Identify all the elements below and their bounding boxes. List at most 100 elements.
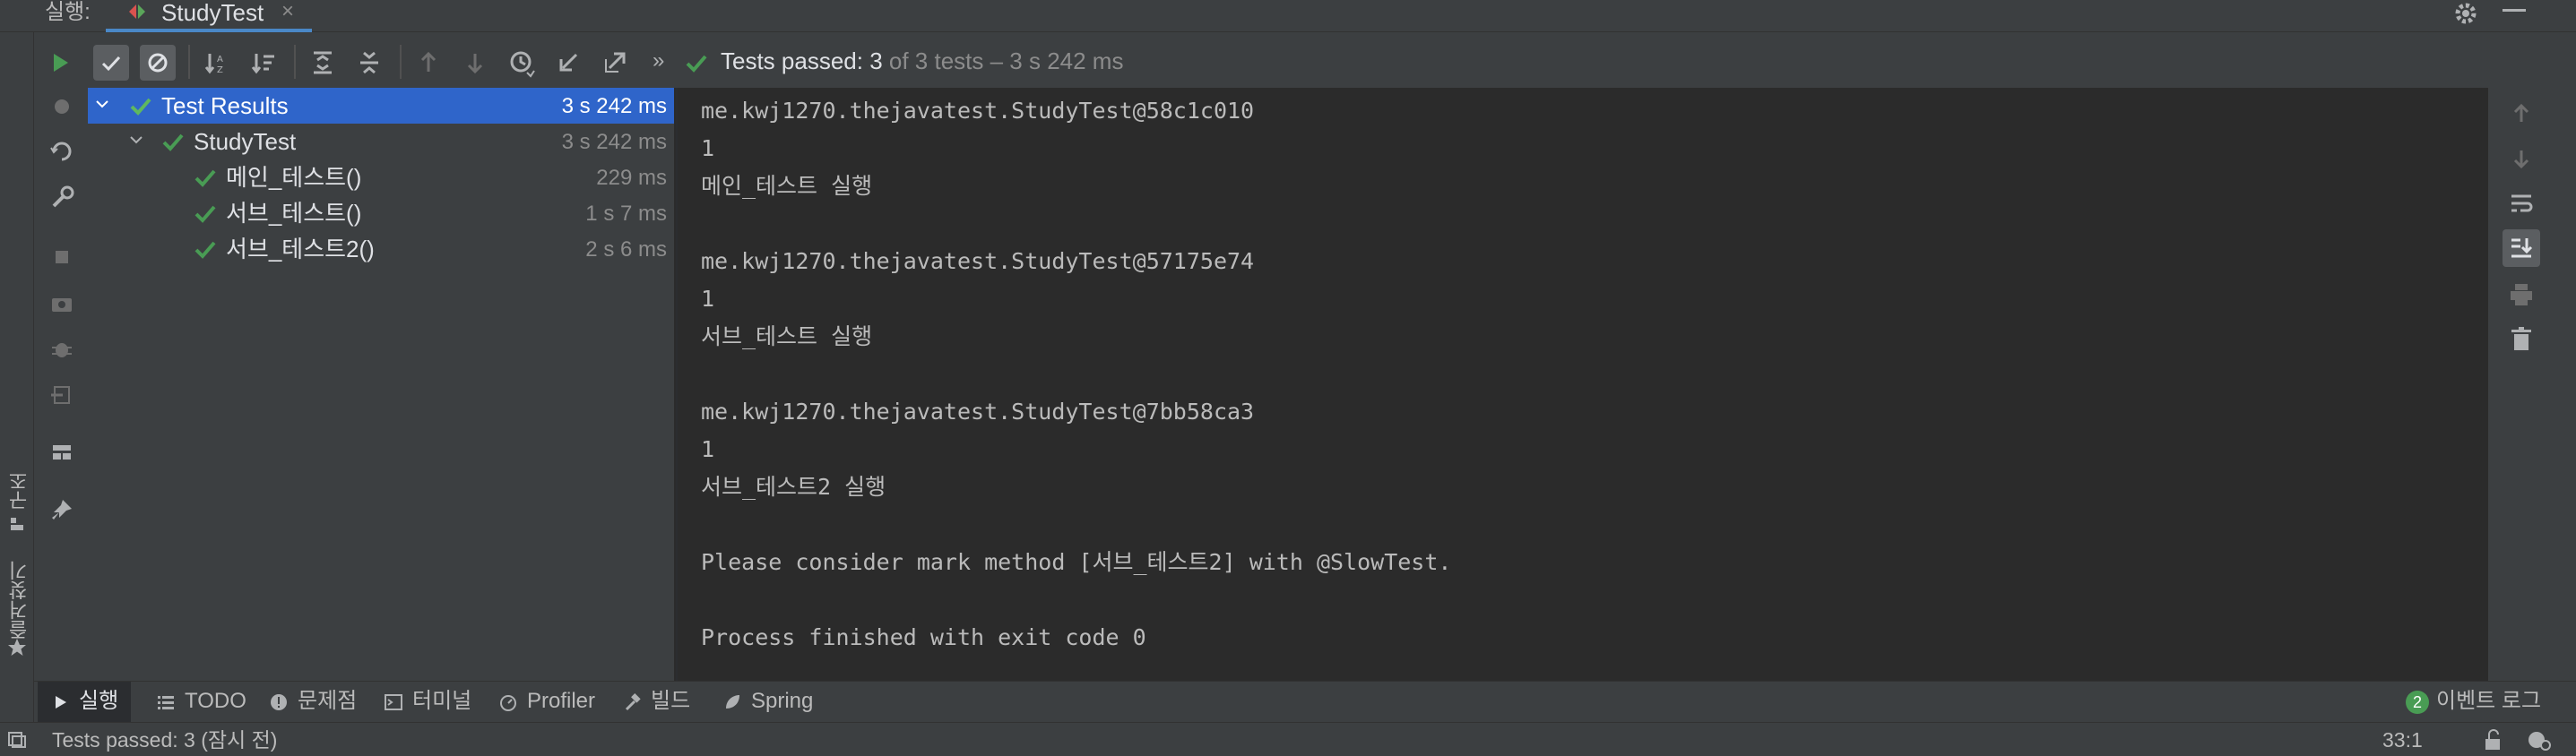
console-line: me.kwj1270.thejavatest.StudyTest@57175e7… xyxy=(701,248,1255,274)
tree-row-studytest[interactable]: StudyTest 3 s 242 ms xyxy=(88,124,674,159)
console-actions xyxy=(2488,88,2576,681)
console-line: 서브_테스트2 실행 xyxy=(701,474,886,500)
pin-icon[interactable] xyxy=(47,494,77,525)
sort-alphabetically-icon[interactable]: A Z xyxy=(199,45,235,81)
trash-icon[interactable] xyxy=(2503,321,2540,358)
tab-problems[interactable]: 문제점 xyxy=(260,682,366,723)
toolbar-separator xyxy=(400,45,402,79)
tree-row-test-method[interactable]: 서브_테스트2() 2 s 6 ms xyxy=(88,231,674,267)
tab-label: Profiler xyxy=(527,689,596,713)
tree-row-test-method[interactable]: 메인_테스트() 229 ms xyxy=(88,159,674,195)
tree-row-label: 서브_테스트2() xyxy=(226,236,375,262)
tab-label: 실행 xyxy=(79,689,119,713)
scroll-to-end-icon[interactable] xyxy=(2503,229,2540,267)
chevron-down-icon[interactable] xyxy=(127,131,145,149)
console-output[interactable]: me.kwj1270.thejavatest.StudyTest@58c1c01… xyxy=(678,88,2488,681)
passed-check-icon xyxy=(194,169,216,187)
stop-icon[interactable] xyxy=(47,242,77,272)
export-tests-icon[interactable] xyxy=(597,45,633,81)
structure-icon xyxy=(11,518,23,530)
tree-row-test-results[interactable]: Test Results 3 s 242 ms xyxy=(88,88,674,124)
tab-label: TODO xyxy=(185,689,246,713)
console-line: 1 xyxy=(701,436,715,462)
layout-icon[interactable] xyxy=(47,437,77,468)
console-line: Process finished with exit code 0 xyxy=(701,624,1146,650)
junit-config-icon xyxy=(129,4,145,19)
tree-row-duration: 2 s 6 ms xyxy=(585,237,667,262)
rerun-failed-icon[interactable] xyxy=(47,136,77,167)
bottom-tool-tabs: 실행 TODO 문제점 터미널 Profiler 빌드 Spring 2 이벤트… xyxy=(34,681,2576,723)
console-line: 서브_테스트 실행 xyxy=(701,323,873,349)
show-passed-toggle-icon[interactable] xyxy=(93,45,129,81)
rerun-icon[interactable] xyxy=(41,45,77,81)
debug-rerun-icon[interactable] xyxy=(47,91,77,122)
down-arrow-icon[interactable] xyxy=(2503,140,2540,177)
exit-icon[interactable] xyxy=(47,380,77,410)
event-count-badge: 2 xyxy=(2406,690,2429,714)
tab-todo[interactable]: TODO xyxy=(147,682,255,723)
inspector-icon[interactable] xyxy=(2526,728,2551,752)
toolbar-separator xyxy=(188,45,190,79)
close-tab-icon[interactable]: × xyxy=(281,0,294,23)
tree-row-label: Test Results xyxy=(161,92,289,119)
run-side-actions xyxy=(34,88,88,681)
toolbar-separator xyxy=(294,45,296,79)
tool-windows-icon[interactable] xyxy=(7,730,27,750)
tab-terminal[interactable]: 터미널 xyxy=(375,682,480,723)
tab-title: StudyTest xyxy=(161,0,264,26)
collapse-all-icon[interactable] xyxy=(351,45,387,81)
favorites-tool-tab[interactable]: 즐겨찾기 xyxy=(5,561,34,640)
tab-label: 이벤트 로그 xyxy=(2436,689,2542,713)
console-line: me.kwj1270.thejavatest.StudyTest@58c1c01… xyxy=(701,98,1255,124)
status-message[interactable]: Tests passed: 3 (잠시 전) xyxy=(52,726,277,753)
tab-studytest[interactable]: StudyTest × xyxy=(106,0,312,32)
tab-build[interactable]: 빌드 xyxy=(613,682,699,723)
tab-event-log[interactable]: 2 이벤트 로그 xyxy=(2397,682,2550,723)
run-tool-window-header: 실행: StudyTest × xyxy=(0,0,2576,32)
spring-leaf-icon xyxy=(726,694,739,709)
tree-row-label: StudyTest xyxy=(194,128,297,155)
play-icon xyxy=(56,695,66,709)
svg-text:A: A xyxy=(217,55,223,64)
tree-row-duration: 3 s 242 ms xyxy=(561,130,667,154)
tab-run[interactable]: 실행 xyxy=(38,682,132,723)
up-arrow-icon[interactable] xyxy=(2503,95,2540,133)
console-line: 1 xyxy=(701,286,715,312)
gear-icon[interactable] xyxy=(2452,0,2479,27)
tab-profiler[interactable]: Profiler xyxy=(489,682,604,723)
soft-wrap-icon[interactable] xyxy=(2503,185,2540,222)
test-history-icon[interactable] xyxy=(504,45,540,81)
tree-row-label: 서브_테스트() xyxy=(226,200,362,227)
test-results-tree: Test Results 3 s 242 ms StudyTest 3 s 24… xyxy=(88,88,676,681)
cursor-position[interactable]: 33:1 xyxy=(2382,726,2423,753)
show-ignored-toggle-icon[interactable] xyxy=(140,45,176,81)
sort-by-duration-icon[interactable] xyxy=(246,45,281,81)
tab-spring[interactable]: Spring xyxy=(713,682,822,723)
tree-row-test-method[interactable]: 서브_테스트() 1 s 7 ms xyxy=(88,195,674,231)
tab-label: 문제점 xyxy=(298,689,358,713)
wrench-icon[interactable] xyxy=(47,183,77,213)
passed-check-icon xyxy=(130,98,151,116)
structure-label: 구조 xyxy=(8,471,30,511)
expand-all-icon[interactable] xyxy=(305,45,341,81)
minimize-icon[interactable] xyxy=(2503,9,2526,12)
bug-icon[interactable] xyxy=(47,333,77,364)
toolbar-overflow-button[interactable]: » xyxy=(653,47,664,75)
previous-failed-test-icon[interactable] xyxy=(411,45,446,81)
tab-label: 빌드 xyxy=(651,689,691,713)
status-bar: Tests passed: 3 (잠시 전) 33:1 xyxy=(0,722,2576,756)
tree-row-label: 메인_테스트() xyxy=(226,164,362,191)
unlock-icon[interactable] xyxy=(2483,728,2504,752)
next-failed-test-icon[interactable] xyxy=(457,45,493,81)
list-icon xyxy=(158,695,174,709)
camera-icon[interactable] xyxy=(47,288,77,319)
test-summary: Tests passed: 3 of 3 tests – 3 s 242 ms xyxy=(721,45,1123,77)
passed-check-icon xyxy=(162,133,184,151)
console-line: 1 xyxy=(701,135,715,161)
print-icon[interactable] xyxy=(2503,276,2540,314)
structure-tool-tab[interactable]: 구조 xyxy=(5,471,34,511)
import-tests-icon[interactable] xyxy=(550,45,586,81)
chevron-down-icon[interactable] xyxy=(93,95,111,113)
left-tool-strip: 구조 즐겨찾기 xyxy=(0,32,34,722)
profiler-icon xyxy=(500,694,516,711)
